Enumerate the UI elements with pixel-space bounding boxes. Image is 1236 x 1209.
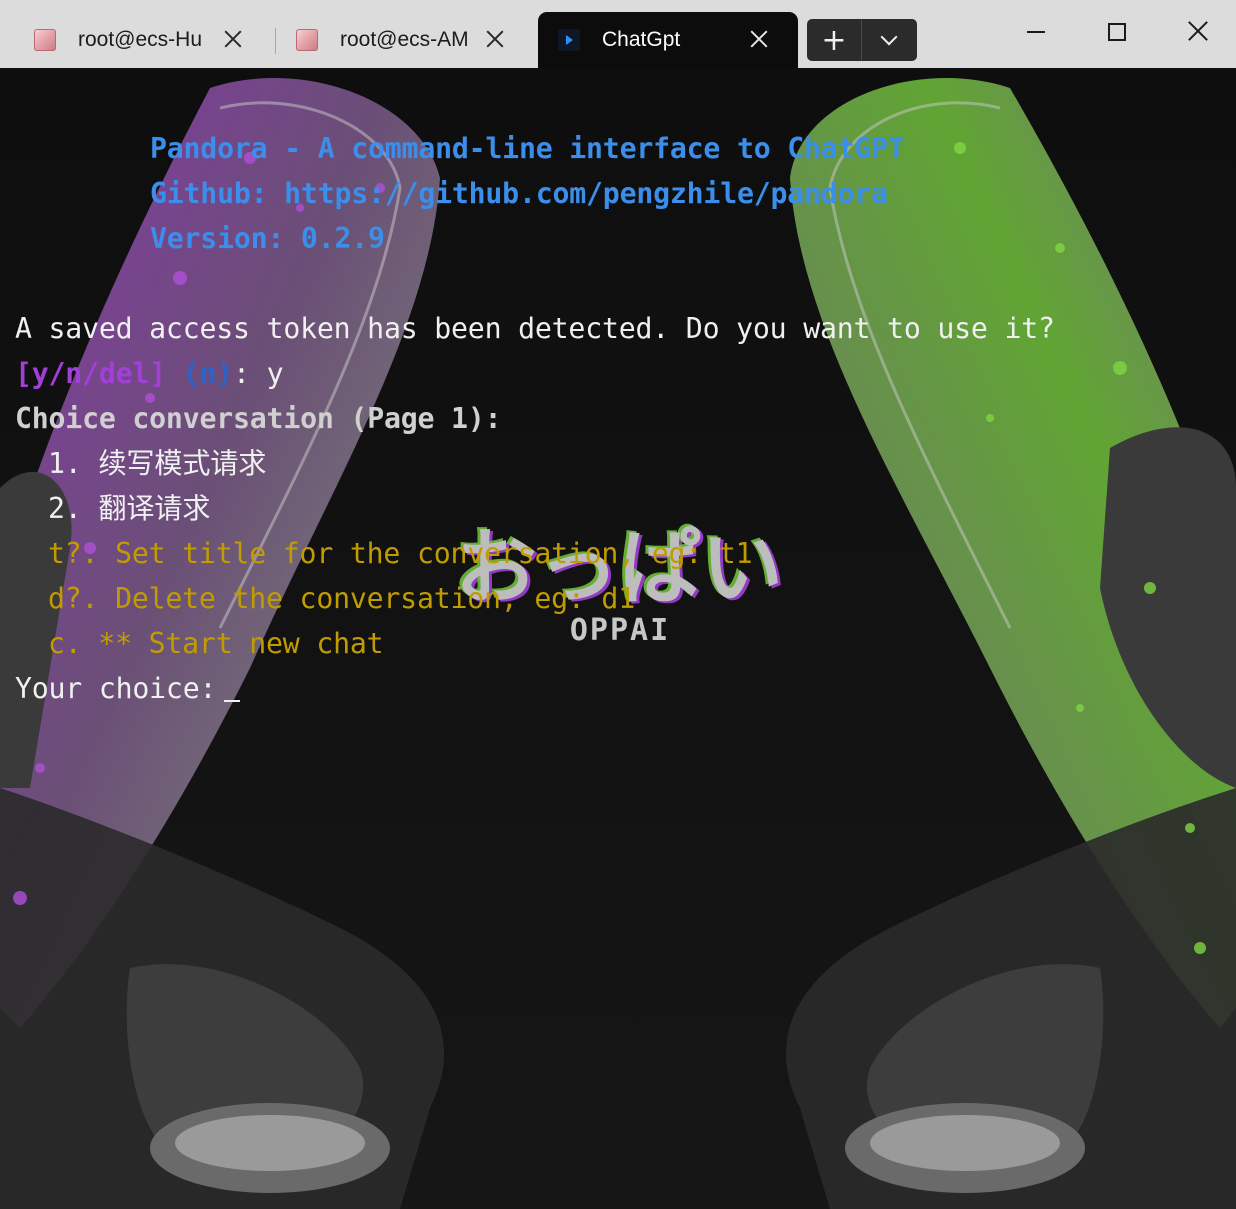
conversation-index: 2. (48, 492, 82, 525)
tab-label: ChatGpt (602, 28, 681, 51)
conversation-header-prefix: Choice conversation (15, 402, 334, 435)
token-answer: y (266, 357, 284, 390)
token-question: A saved access token has been detected. … (15, 312, 1055, 345)
new-tab-group: + (807, 19, 917, 61)
token-separator: : (233, 357, 250, 390)
banner-title: Pandora - A command-line interface to Ch… (150, 132, 905, 165)
maximize-button[interactable] (1097, 12, 1137, 52)
terminal-icon (558, 29, 580, 51)
minimize-button[interactable] (1016, 12, 1056, 52)
new-tab-button[interactable]: + (807, 19, 861, 61)
banner-version: Version: 0.2.9 (150, 222, 385, 255)
banner-github: Github: https://github.com/pengzhile/pan… (150, 177, 888, 210)
input-prompt: Your choice: (15, 672, 217, 705)
close-window-button[interactable] (1178, 12, 1218, 52)
conversation-header: Choice conversation (Page 1): (15, 396, 502, 441)
tab-root-ecs-hu[interactable]: root@ecs-Hu (0, 12, 268, 68)
text-cursor (224, 700, 241, 702)
tab-label: root@ecs-Hu (78, 28, 203, 51)
close-icon[interactable] (222, 28, 244, 50)
tab-chatgpt[interactable]: ChatGpt (538, 12, 798, 68)
conversation-title: 续写模式请求 (98, 447, 267, 480)
conversation-title: 翻译请求 (98, 492, 211, 525)
conversation-header-page: (Page 1): (350, 402, 502, 435)
close-icon[interactable] (484, 28, 506, 50)
command-delete: d?. Delete the conversation, eg: d1 (48, 582, 635, 615)
title-bar: root@ecs-Hu root@ecs-AM ChatGpt + (0, 0, 1236, 68)
command-set-title: t?. Set title for the conversation, eg: … (48, 537, 753, 570)
conversation-item: 1. 续写模式请求 (48, 441, 266, 486)
anime-avatar-icon (296, 29, 318, 51)
tab-label: root@ecs-AM (340, 28, 468, 51)
input-prompt-line[interactable]: Your choice: (15, 666, 241, 711)
tab-dropdown-button[interactable] (862, 19, 916, 61)
token-default: (n) (182, 357, 234, 390)
anime-avatar-icon (34, 29, 56, 51)
token-options: [y/n/del] (15, 357, 166, 390)
conversation-index: 1. (48, 447, 82, 480)
terminal-window: root@ecs-Hu root@ecs-AM ChatGpt + おっぱい お… (0, 0, 1236, 1209)
command-new-chat: c. ** Start new chat (48, 627, 384, 660)
close-icon[interactable] (748, 28, 770, 50)
token-prompt: [y/n/del] (n): y (15, 351, 284, 396)
tab-root-ecs-am[interactable]: root@ecs-AM (262, 12, 530, 68)
chevron-down-icon (880, 28, 898, 46)
conversation-item: 2. 翻译请求 (48, 486, 210, 531)
terminal-output[interactable]: Pandora - A command-line interface to Ch… (0, 68, 1236, 1209)
plus-icon: + (821, 22, 847, 58)
